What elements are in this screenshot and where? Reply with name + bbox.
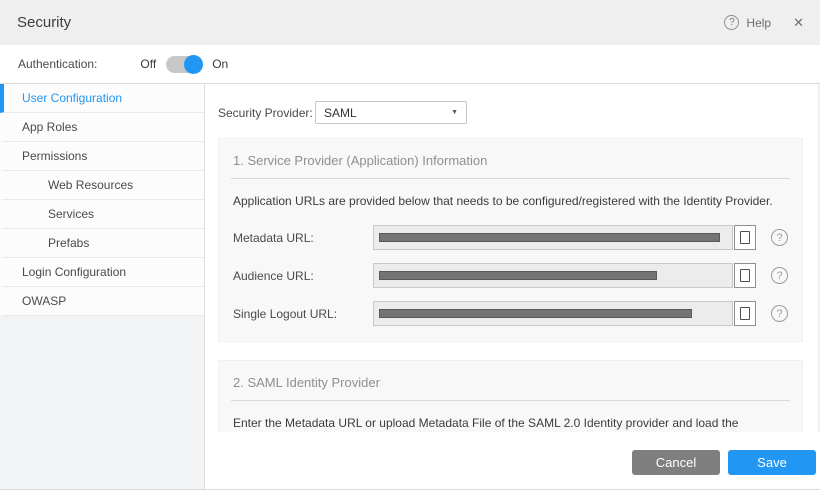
section-1-description: Application URLs are provided below that… <box>233 194 788 208</box>
section-2-description: Enter the Metadata URL or upload Metadat… <box>233 416 788 432</box>
security-provider-label: Security Provider: <box>218 106 315 120</box>
authentication-row: Authentication: Off On <box>0 45 820 84</box>
audience-url-row: Audience URL: ? <box>233 263 788 288</box>
close-icon[interactable]: ✕ <box>793 15 804 31</box>
section-saml-identity-provider: 2. SAML Identity Provider Enter the Meta… <box>218 360 803 432</box>
copy-button[interactable] <box>734 263 756 288</box>
metadata-url-label: Metadata URL: <box>233 231 373 245</box>
authentication-toggle[interactable] <box>166 56 202 73</box>
sidebar-item-services[interactable]: Services <box>0 200 204 229</box>
dialog-footer: Cancel Save <box>205 432 820 490</box>
help-icon[interactable]: ? <box>724 15 739 30</box>
titlebar: Security ? Help ✕ <box>0 0 820 45</box>
metadata-url-row: Metadata URL: ? <box>233 225 788 250</box>
save-button[interactable]: Save <box>728 450 816 475</box>
security-provider-value: SAML <box>324 106 357 120</box>
audience-url-input[interactable] <box>373 263 733 288</box>
single-logout-url-label: Single Logout URL: <box>233 307 373 321</box>
titlebar-actions: ? Help ✕ <box>724 15 804 31</box>
section-2-title: 2. SAML Identity Provider <box>231 367 790 401</box>
single-logout-url-input[interactable] <box>373 301 733 326</box>
single-logout-url-row: Single Logout URL: ? <box>233 301 788 326</box>
redacted-value-bar <box>379 233 720 242</box>
auth-off-label: Off <box>140 57 156 71</box>
security-provider-select[interactable]: SAML ▼ <box>315 101 467 124</box>
section-1-title: 1. Service Provider (Application) Inform… <box>231 145 790 179</box>
sidebar-item-app-roles[interactable]: App Roles <box>0 113 204 142</box>
metadata-url-input[interactable] <box>373 225 733 250</box>
copy-button[interactable] <box>734 225 756 250</box>
sidebar: User Configuration App Roles Permissions… <box>0 84 205 490</box>
sidebar-item-login-configuration[interactable]: Login Configuration <box>0 258 204 287</box>
toggle-knob <box>184 55 203 74</box>
section-service-provider-info: 1. Service Provider (Application) Inform… <box>218 138 803 342</box>
copy-icon <box>740 269 750 282</box>
sidebar-item-web-resources[interactable]: Web Resources <box>0 171 204 200</box>
field-help-icon[interactable]: ? <box>771 267 788 284</box>
authentication-label: Authentication: <box>18 57 97 71</box>
sidebar-item-user-configuration[interactable]: User Configuration <box>0 84 204 113</box>
field-help-icon[interactable]: ? <box>771 229 788 246</box>
redacted-value-bar <box>379 271 657 280</box>
copy-button[interactable] <box>734 301 756 326</box>
cancel-button[interactable]: Cancel <box>632 450 720 475</box>
field-help-icon[interactable]: ? <box>771 305 788 322</box>
copy-icon <box>740 231 750 244</box>
dialog-body: User Configuration App Roles Permissions… <box>0 84 820 490</box>
chevron-down-icon: ▼ <box>451 109 458 116</box>
auth-on-label: On <box>212 57 228 71</box>
help-link[interactable]: Help <box>746 16 771 30</box>
security-provider-row: Security Provider: SAML ▼ <box>205 84 818 138</box>
audience-url-label: Audience URL: <box>233 269 373 283</box>
scrollable-content: Security Provider: SAML ▼ 1. Service Pro… <box>205 84 820 432</box>
redacted-value-bar <box>379 309 692 318</box>
page-title: Security <box>17 14 71 31</box>
copy-icon <box>740 307 750 320</box>
main-panel: Security Provider: SAML ▼ 1. Service Pro… <box>205 84 820 490</box>
sidebar-item-permissions[interactable]: Permissions <box>0 142 204 171</box>
security-dialog: Security ? Help ✕ Authentication: Off On… <box>0 0 820 490</box>
sidebar-item-owasp[interactable]: OWASP <box>0 287 204 316</box>
sidebar-item-prefabs[interactable]: Prefabs <box>0 229 204 258</box>
